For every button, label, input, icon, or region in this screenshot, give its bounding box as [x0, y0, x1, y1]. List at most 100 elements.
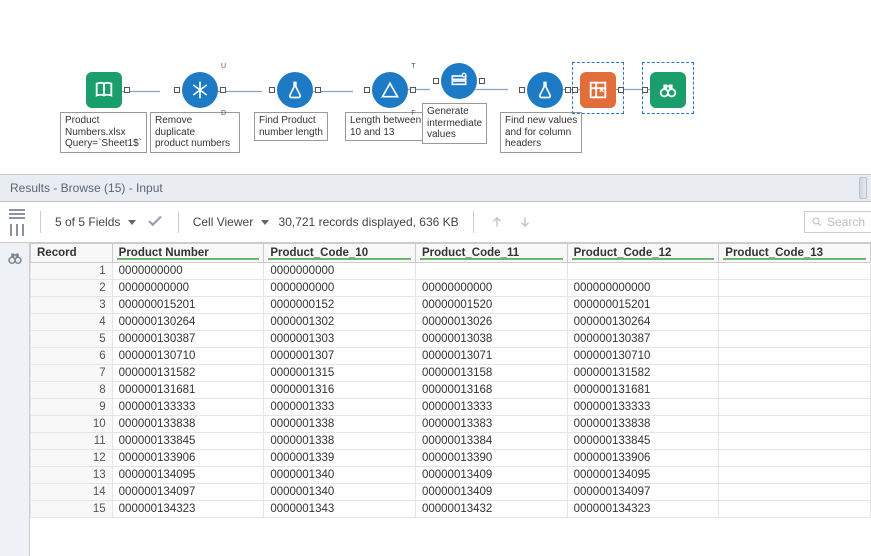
results-panel-header[interactable]: Results - Browse (15) - Input: [0, 175, 871, 202]
data-cell[interactable]: 000000130387: [112, 331, 264, 348]
columns-icon[interactable]: [8, 224, 26, 236]
fields-selector[interactable]: 5 of 5 Fields: [55, 215, 136, 229]
data-cell[interactable]: 000000015201: [112, 297, 264, 314]
record-number-cell[interactable]: 12: [31, 450, 113, 467]
node-crosstab[interactable]: [580, 72, 616, 108]
data-cell[interactable]: 000000133845: [567, 433, 719, 450]
data-cell[interactable]: 0000001340: [264, 467, 416, 484]
data-cell[interactable]: 000000133838: [567, 416, 719, 433]
rows-icon[interactable]: [8, 208, 26, 220]
data-cell[interactable]: 000000133838: [112, 416, 264, 433]
table-row[interactable]: 4000000130264000000130200000013026000000…: [31, 314, 871, 331]
results-table[interactable]: RecordProduct NumberProduct_Code_10Produ…: [30, 243, 871, 518]
data-cell[interactable]: 0000001316: [264, 382, 416, 399]
node-browse[interactable]: [650, 72, 686, 108]
data-cell[interactable]: 000000133333: [112, 399, 264, 416]
data-cell[interactable]: [719, 280, 871, 297]
table-row[interactable]: 5000000130387000000130300000013038000000…: [31, 331, 871, 348]
data-cell[interactable]: 000000133845: [112, 433, 264, 450]
record-number-cell[interactable]: 11: [31, 433, 113, 450]
data-cell[interactable]: 000000131582: [112, 365, 264, 382]
data-cell[interactable]: 00000013384: [415, 433, 567, 450]
record-number-cell[interactable]: 6: [31, 348, 113, 365]
data-cell[interactable]: [719, 450, 871, 467]
column-header[interactable]: Product Number: [112, 244, 264, 263]
data-cell[interactable]: 0000001315: [264, 365, 416, 382]
data-cell[interactable]: [567, 263, 719, 280]
record-number-cell[interactable]: 5: [31, 331, 113, 348]
data-cell[interactable]: [719, 297, 871, 314]
column-header[interactable]: Product_Code_10: [264, 244, 416, 263]
data-cell[interactable]: 00000013158: [415, 365, 567, 382]
data-cell[interactable]: 000000133906: [567, 450, 719, 467]
node-input-file[interactable]: Product Numbers.xlsx Query=`Sheet1$`: [60, 72, 147, 153]
record-number-cell[interactable]: 13: [31, 467, 113, 484]
workflow-canvas[interactable]: Product Numbers.xlsx Query=`Sheet1$` U D…: [0, 0, 871, 175]
data-cell[interactable]: [719, 467, 871, 484]
record-number-cell[interactable]: 10: [31, 416, 113, 433]
data-cell[interactable]: 000000130387: [567, 331, 719, 348]
data-cell[interactable]: [719, 501, 871, 518]
data-cell[interactable]: [719, 416, 871, 433]
record-number-cell[interactable]: 2: [31, 280, 113, 297]
data-cell[interactable]: [415, 263, 567, 280]
table-row[interactable]: 1500000013432300000013430000001343200000…: [31, 501, 871, 518]
cell-viewer-selector[interactable]: Cell Viewer: [193, 215, 269, 229]
data-cell[interactable]: [719, 331, 871, 348]
data-cell[interactable]: 0000001333: [264, 399, 416, 416]
column-header[interactable]: Product_Code_11: [415, 244, 567, 263]
data-cell[interactable]: 00000001520: [415, 297, 567, 314]
data-cell[interactable]: 0000001340: [264, 484, 416, 501]
data-cell[interactable]: [719, 399, 871, 416]
search-input-wrap[interactable]: Search: [804, 211, 871, 233]
node-filter-length[interactable]: T F Length between 10 and 13: [353, 72, 426, 141]
record-number-cell[interactable]: 9: [31, 399, 113, 416]
data-cell[interactable]: [719, 365, 871, 382]
table-row[interactable]: 2000000000000000000000000000000000000000…: [31, 280, 871, 297]
data-cell[interactable]: 0000000000: [112, 263, 264, 280]
record-number-cell[interactable]: 4: [31, 314, 113, 331]
data-cell[interactable]: 000000131582: [567, 365, 719, 382]
column-header[interactable]: Product_Code_13: [719, 244, 871, 263]
table-row[interactable]: 1200000013390600000013390000001339000000…: [31, 450, 871, 467]
column-header[interactable]: Product_Code_12: [567, 244, 719, 263]
data-cell[interactable]: 000000133906: [112, 450, 264, 467]
node-remove-duplicates[interactable]: U D Remove duplicate product numbers: [160, 72, 240, 153]
data-cell[interactable]: 00000013333: [415, 399, 567, 416]
data-cell[interactable]: 000000130710: [567, 348, 719, 365]
data-cell[interactable]: 000000131681: [112, 382, 264, 399]
data-cell[interactable]: 00000000000: [112, 280, 264, 297]
data-cell[interactable]: 000000134095: [112, 467, 264, 484]
data-cell[interactable]: 0000001303: [264, 331, 416, 348]
table-row[interactable]: 6000000130710000000130700000013071000000…: [31, 348, 871, 365]
data-cell[interactable]: [719, 263, 871, 280]
arrow-down-button[interactable]: [516, 213, 534, 231]
data-cell[interactable]: 000000134097: [567, 484, 719, 501]
data-cell[interactable]: 000000134095: [567, 467, 719, 484]
data-cell[interactable]: 00000013038: [415, 331, 567, 348]
table-row[interactable]: 100000000000000000000: [31, 263, 871, 280]
data-cell[interactable]: [719, 314, 871, 331]
data-cell[interactable]: 00000013409: [415, 484, 567, 501]
table-row[interactable]: 1000000013383800000013380000001338300000…: [31, 416, 871, 433]
data-cell[interactable]: [719, 433, 871, 450]
record-number-cell[interactable]: 15: [31, 501, 113, 518]
data-cell[interactable]: [719, 348, 871, 365]
table-row[interactable]: 7000000131582000000131500000013158000000…: [31, 365, 871, 382]
data-cell[interactable]: 00000013168: [415, 382, 567, 399]
data-cell[interactable]: 00000013432: [415, 501, 567, 518]
node-find-length[interactable]: Find Product number length: [262, 72, 328, 141]
data-cell[interactable]: 0000001343: [264, 501, 416, 518]
table-row[interactable]: 1300000013409500000013400000001340900000…: [31, 467, 871, 484]
data-cell[interactable]: 000000130710: [112, 348, 264, 365]
record-number-cell[interactable]: 7: [31, 365, 113, 382]
data-cell[interactable]: 0000001338: [264, 416, 416, 433]
data-cell[interactable]: 00000000000: [415, 280, 567, 297]
table-row[interactable]: 1100000013384500000013380000001338400000…: [31, 433, 871, 450]
data-cell[interactable]: 00000013071: [415, 348, 567, 365]
record-number-cell[interactable]: 8: [31, 382, 113, 399]
data-cell[interactable]: 0000000152: [264, 297, 416, 314]
data-cell[interactable]: 000000134323: [567, 501, 719, 518]
table-row[interactable]: 1400000013409700000013400000001340900000…: [31, 484, 871, 501]
table-row[interactable]: 9000000133333000000133300000013333000000…: [31, 399, 871, 416]
